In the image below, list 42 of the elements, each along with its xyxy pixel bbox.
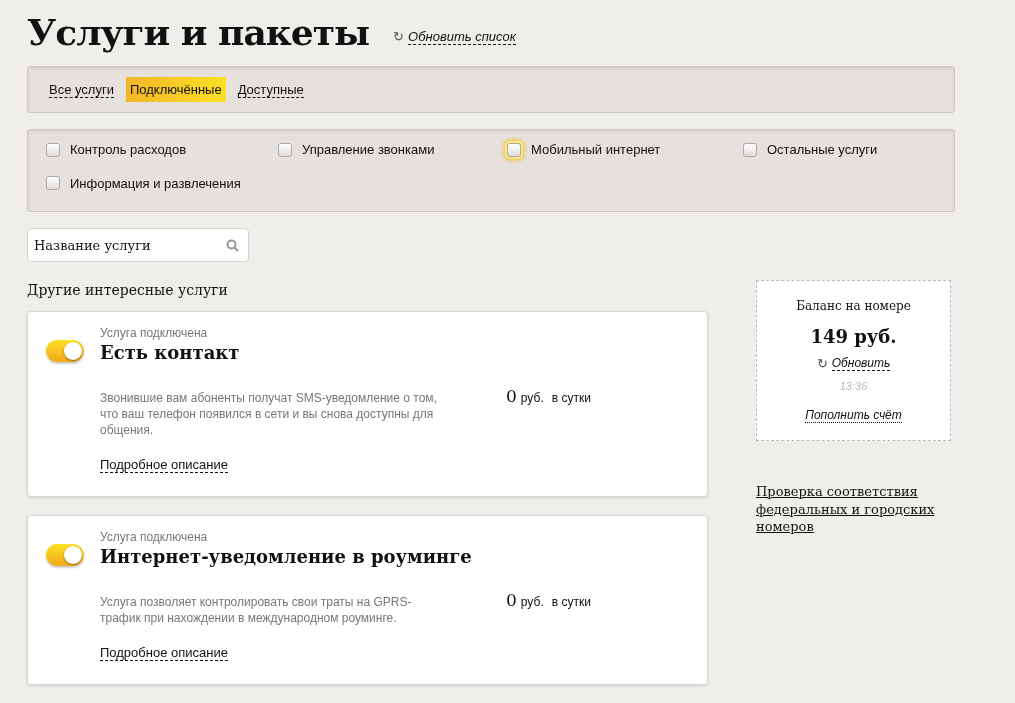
service-status: Услуга подключена bbox=[100, 325, 209, 342]
page-title: Услуги и пакеты bbox=[27, 11, 370, 55]
section-title: Другие интересные услуги bbox=[27, 281, 229, 300]
search-field[interactable]: Название услуги bbox=[27, 228, 249, 262]
checkbox[interactable] bbox=[46, 142, 60, 157]
price-period: в сутки bbox=[551, 389, 591, 407]
refresh-list-link[interactable]: Обновить список bbox=[408, 28, 516, 46]
filter-tab[interactable]: Доступные bbox=[233, 76, 308, 103]
checkbox[interactable] bbox=[278, 142, 292, 157]
price-value: 0 bbox=[506, 384, 517, 408]
refresh-icon: ↻ bbox=[816, 354, 828, 374]
filter-tab[interactable]: Подключённые bbox=[125, 76, 226, 103]
details-link[interactable]: Подробное описание bbox=[100, 645, 228, 662]
number-check-link[interactable]: Проверка соответствия федеральных и городских номеров bbox=[756, 483, 951, 536]
service-description: Услуга позволяет контролировать свои траты на GPRS-трафик при нахождении в международном роуминге. bbox=[100, 593, 413, 627]
service-description: Звонившие вам абоненты получат SMS-уведомление о том, что ваш телефон появился в сети и вы снова доступны для общения. bbox=[100, 389, 438, 439]
price-period: в сутки bbox=[551, 593, 591, 611]
price-value: 0 bbox=[506, 588, 517, 612]
balance-label: Баланс на номере bbox=[795, 298, 912, 315]
filter-tab[interactable]: Все услуги bbox=[45, 76, 118, 103]
checkbox[interactable] bbox=[46, 176, 60, 191]
service-name: Интернет-уведомление в роуминге bbox=[100, 546, 473, 568]
checkbox-label[interactable]: Остальные услуги bbox=[767, 140, 878, 160]
details-link[interactable]: Подробное описание bbox=[100, 457, 228, 474]
checkbox[interactable] bbox=[743, 142, 757, 157]
refresh-icon: ↻ bbox=[393, 27, 405, 47]
top-up-link[interactable]: Пополнить счёт bbox=[805, 408, 902, 423]
checkbox[interactable] bbox=[507, 142, 521, 157]
balance-amount: 149 руб. bbox=[809, 325, 898, 349]
checkbox-label[interactable]: Управление звонками bbox=[302, 140, 435, 160]
refresh-balance-link[interactable]: Обновить bbox=[831, 356, 891, 372]
currency: руб. bbox=[520, 389, 544, 407]
checkbox-label[interactable]: Контроль расходов bbox=[70, 140, 187, 160]
toggle-switch[interactable] bbox=[46, 340, 84, 362]
search-icon bbox=[226, 239, 239, 252]
currency: руб. bbox=[520, 593, 544, 611]
checkbox-label[interactable]: Информация и развлечения bbox=[70, 173, 241, 193]
checkbox-label[interactable]: Мобильный интернет bbox=[531, 140, 661, 160]
toggle-switch[interactable] bbox=[46, 544, 84, 567]
service-name: Есть контакт bbox=[100, 342, 241, 364]
service-status: Услуга подключена bbox=[100, 529, 209, 547]
update-time: 13:36 bbox=[838, 378, 869, 394]
